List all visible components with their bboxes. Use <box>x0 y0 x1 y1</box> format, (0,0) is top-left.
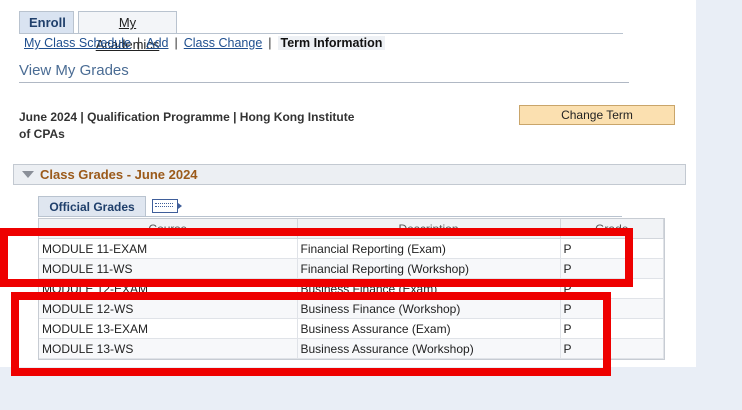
cell-description: Financial Reporting (Workshop) <box>297 258 561 279</box>
table-row: MODULE 13-EXAM Business Assurance (Exam)… <box>39 318 664 339</box>
cell-grade: P <box>560 338 664 359</box>
change-term-button[interactable]: Change Term <box>519 105 675 125</box>
cell-description: Financial Reporting (Exam) <box>297 238 561 259</box>
cell-course: MODULE 12-WS <box>39 298 298 319</box>
cell-description: Business Assurance (Workshop) <box>297 338 561 359</box>
grades-grid: Course Description Grade MODULE 11-EXAM … <box>38 218 665 360</box>
table-row: MODULE 11-WS Financial Reporting (Worksh… <box>39 258 664 279</box>
tab-official-grades[interactable]: Official Grades <box>38 196 146 217</box>
grid-tab-divider <box>38 216 622 217</box>
cell-course: MODULE 11-WS <box>39 258 298 279</box>
tab-enroll[interactable]: Enroll <box>19 11 74 33</box>
section-header[interactable]: Class Grades - June 2024 <box>13 164 686 185</box>
tab-my-academics[interactable]: My Academics <box>78 11 177 52</box>
term-info: June 2024 | Qualification Programme | Ho… <box>19 110 355 141</box>
nav-separator: | <box>268 36 272 50</box>
cell-grade: P <box>560 298 664 319</box>
nav-separator: | <box>137 36 141 50</box>
section-title: Class Grades - June 2024 <box>40 167 198 182</box>
column-header-grade[interactable]: Grade <box>560 219 664 239</box>
bottom-background-panel <box>0 367 742 410</box>
cell-description: Business Finance (Exam) <box>297 278 561 299</box>
sub-navigation: My Class Schedule | Add | Class Change | Term … <box>24 36 386 50</box>
cell-course: MODULE 13-EXAM <box>39 318 298 339</box>
right-background-panel <box>696 0 742 410</box>
table-row: MODULE 12-EXAM Business Finance (Exam) P <box>39 278 664 299</box>
cell-description: Business Finance (Workshop) <box>297 298 561 319</box>
cell-grade: P <box>560 278 664 299</box>
grades-table: Course Description Grade MODULE 11-EXAM … <box>39 219 664 359</box>
title-divider <box>19 82 629 83</box>
link-add[interactable]: Add <box>146 36 168 50</box>
tab-divider <box>19 33 623 34</box>
table-row: MODULE 12-WS Business Finance (Workshop)… <box>39 298 664 319</box>
cell-course: MODULE 12-EXAM <box>39 278 298 299</box>
nav-current-term-information: Term Information <box>277 36 386 50</box>
cell-course: MODULE 13-WS <box>39 338 298 359</box>
cell-grade: P <box>560 318 664 339</box>
cell-grade: P <box>560 238 664 259</box>
column-header-description[interactable]: Description <box>297 219 561 239</box>
column-header-course[interactable]: Course <box>39 219 298 239</box>
collapse-arrow-icon[interactable] <box>22 171 34 178</box>
nav-separator: | <box>174 36 178 50</box>
cell-grade: P <box>560 258 664 279</box>
page-title: View My Grades <box>19 62 129 79</box>
table-header-row: Course Description Grade <box>39 219 664 239</box>
table-row: MODULE 11-EXAM Financial Reporting (Exam… <box>39 238 664 259</box>
link-my-class-schedule[interactable]: My Class Schedule <box>24 36 131 50</box>
grid-view-icon[interactable] <box>152 199 182 213</box>
cell-description: Business Assurance (Exam) <box>297 318 561 339</box>
table-row: MODULE 13-WS Business Assurance (Worksho… <box>39 338 664 359</box>
link-class-change[interactable]: Class Change <box>184 36 263 50</box>
cell-course: MODULE 11-EXAM <box>39 238 298 259</box>
